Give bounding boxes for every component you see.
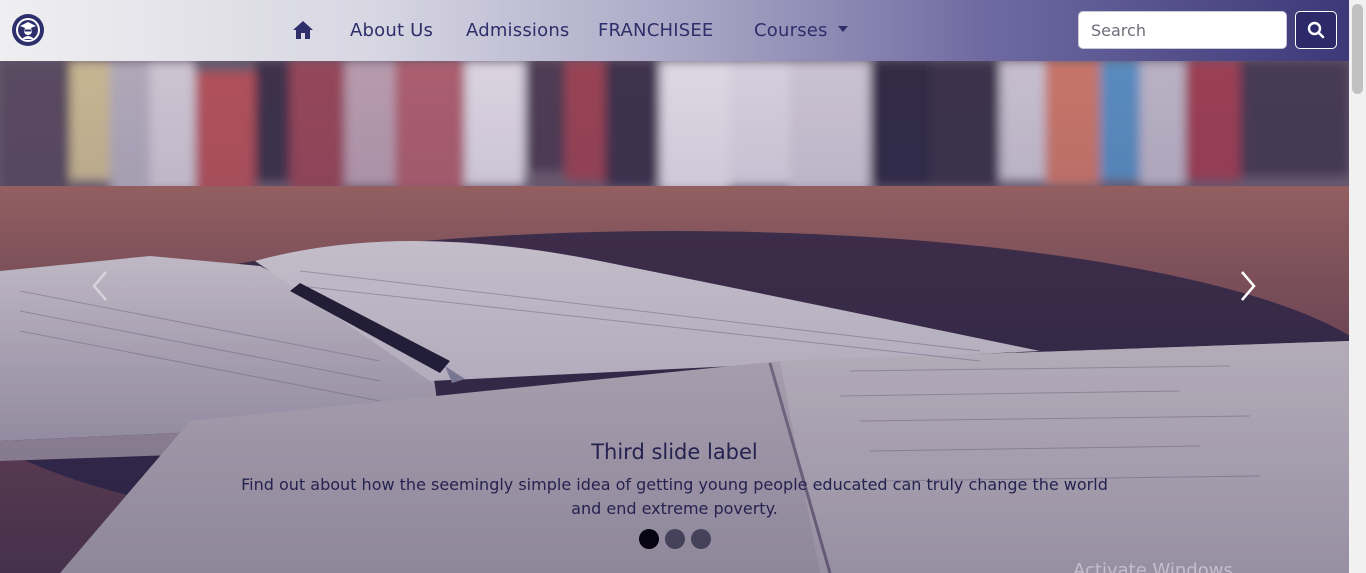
chevron-right-icon [1241, 271, 1256, 301]
slide-description: Find out about how the seemingly simple … [241, 475, 1108, 518]
carousel-indicator-2[interactable] [664, 529, 685, 549]
nav-franchisee[interactable]: FRANCHISEE [598, 18, 714, 44]
nav-about-us[interactable]: About Us [350, 18, 433, 44]
search-button[interactable] [1295, 11, 1337, 49]
slide-caption: Third slide label Find out about how the… [200, 439, 1149, 521]
top-navbar: About Us Admissions FRANCHISEE Courses [0, 0, 1349, 61]
carousel-indicator-1[interactable] [638, 529, 659, 549]
carousel-prev-control[interactable] [80, 266, 120, 306]
page-scrollbar[interactable] [1349, 0, 1366, 573]
caret-down-icon [837, 26, 848, 32]
courses-label: Courses [754, 20, 828, 41]
slide-title: Third slide label [591, 440, 758, 464]
home-icon [293, 21, 313, 39]
search-input[interactable] [1078, 11, 1287, 49]
carousel-indicators [0, 529, 1349, 549]
graduate-logo-icon [16, 18, 40, 42]
carousel-next-control[interactable] [1228, 266, 1268, 306]
nav-courses-dropdown[interactable]: Courses [754, 18, 848, 44]
scrollbar-thumb[interactable] [1352, 4, 1363, 94]
chevron-left-icon [92, 271, 107, 301]
activate-windows-watermark: Activate Windows [1073, 560, 1233, 573]
search-icon [1307, 21, 1325, 39]
nav-home-link[interactable] [292, 19, 314, 41]
brand-logo[interactable] [12, 14, 44, 46]
carousel-indicator-3[interactable] [690, 529, 711, 549]
nav-admissions[interactable]: Admissions [466, 18, 570, 44]
hero-carousel: Third slide label Find out about how the… [0, 61, 1349, 573]
